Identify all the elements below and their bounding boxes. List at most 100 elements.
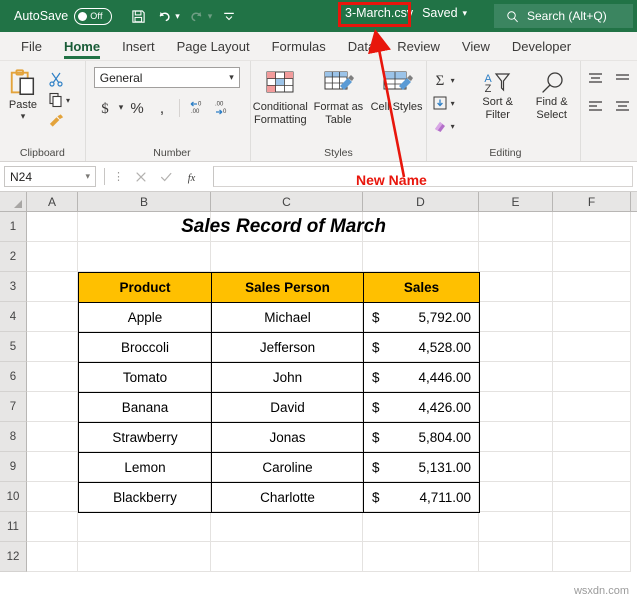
- grid-cell[interactable]: [211, 422, 363, 452]
- tab-developer[interactable]: Developer: [501, 32, 582, 61]
- grid-cell[interactable]: [211, 542, 363, 572]
- autosum-caret[interactable]: ▾: [451, 76, 455, 85]
- grid-cell[interactable]: [211, 242, 363, 272]
- document-title-area[interactable]: 3-March.csv Saved ▾: [341, 4, 467, 22]
- grid-cell[interactable]: [27, 332, 78, 362]
- tab-formulas[interactable]: Formulas: [261, 32, 337, 61]
- fill-caret[interactable]: ▾: [451, 99, 455, 108]
- grid-cell[interactable]: [363, 542, 479, 572]
- copy-dropdown-caret[interactable]: ▾: [66, 96, 70, 105]
- row-header-4[interactable]: 4: [0, 302, 27, 332]
- format-painter-button[interactable]: [46, 111, 84, 131]
- grid-cell[interactable]: [211, 362, 363, 392]
- row-header-9[interactable]: 9: [0, 452, 27, 482]
- tab-data[interactable]: Data: [337, 32, 386, 61]
- grid-row[interactable]: [27, 332, 637, 362]
- grid-row[interactable]: [27, 212, 637, 242]
- grid-cell[interactable]: [78, 482, 211, 512]
- autosave-switch[interactable]: Off: [74, 8, 112, 25]
- column-header-f[interactable]: F: [553, 192, 631, 211]
- grid-cell[interactable]: [27, 362, 78, 392]
- cut-button[interactable]: [46, 69, 84, 89]
- grid-cell[interactable]: [363, 332, 479, 362]
- cancel-icon[interactable]: [134, 170, 148, 184]
- grid-cell[interactable]: [479, 362, 553, 392]
- tab-file[interactable]: File: [10, 32, 53, 61]
- tab-page-layout[interactable]: Page Layout: [166, 32, 261, 61]
- column-header-c[interactable]: C: [211, 192, 363, 211]
- autosum-button[interactable]: Σ ▾: [431, 69, 471, 91]
- grid-cell[interactable]: [78, 272, 211, 302]
- name-box-caret-icon[interactable]: ▾: [85, 171, 90, 182]
- grid-cell[interactable]: [553, 362, 631, 392]
- grid-cell[interactable]: [479, 482, 553, 512]
- grid-cell[interactable]: [363, 422, 479, 452]
- grid-cell[interactable]: [363, 212, 479, 242]
- grid-row[interactable]: [27, 242, 637, 272]
- row-header-12[interactable]: 12: [0, 542, 27, 572]
- grid-cell[interactable]: [363, 482, 479, 512]
- number-format-select[interactable]: General ▾: [94, 67, 240, 88]
- grid-row[interactable]: [27, 362, 637, 392]
- grid-cell[interactable]: [78, 512, 211, 542]
- comma-style-button[interactable]: ,: [150, 96, 173, 119]
- row-header-5[interactable]: 5: [0, 332, 27, 362]
- grid-cell[interactable]: [211, 272, 363, 302]
- grid-cell[interactable]: [363, 392, 479, 422]
- select-all-corner[interactable]: [0, 192, 27, 211]
- row-header-11[interactable]: 11: [0, 512, 27, 542]
- cell-styles-button[interactable]: Cell Styles: [368, 65, 426, 114]
- grid-cell[interactable]: [27, 302, 78, 332]
- conditional-formatting-button[interactable]: Conditional Formatting: [251, 65, 309, 127]
- grid-cell[interactable]: [211, 512, 363, 542]
- tab-insert[interactable]: Insert: [111, 32, 166, 61]
- grid-cell[interactable]: [479, 422, 553, 452]
- grid-cell[interactable]: [553, 392, 631, 422]
- grid-cell[interactable]: [479, 302, 553, 332]
- grid-cell[interactable]: [211, 212, 363, 242]
- save-icon[interactable]: [126, 4, 150, 28]
- undo-icon[interactable]: [152, 4, 176, 28]
- grid-cell[interactable]: [27, 482, 78, 512]
- saved-dropdown-caret[interactable]: ▾: [463, 8, 468, 19]
- insert-function-icon[interactable]: fx: [184, 170, 199, 184]
- row-header-2[interactable]: 2: [0, 242, 27, 272]
- grid-cell[interactable]: [27, 212, 78, 242]
- grid-cell[interactable]: [363, 362, 479, 392]
- grid-cell[interactable]: [479, 392, 553, 422]
- tab-home[interactable]: Home: [53, 32, 111, 61]
- grid-cell[interactable]: [553, 482, 631, 512]
- sort-filter-button[interactable]: A Z Sort & Filter: [471, 65, 525, 122]
- grid-cell[interactable]: [78, 542, 211, 572]
- grid-cell[interactable]: [211, 482, 363, 512]
- grid-cell[interactable]: [553, 332, 631, 362]
- grid-cell[interactable]: [553, 542, 631, 572]
- format-as-table-button[interactable]: Format as Table: [309, 65, 367, 127]
- grid-cell[interactable]: [27, 452, 78, 482]
- grid-cell[interactable]: [553, 302, 631, 332]
- formula-bar-expand-dots[interactable]: ⋮: [113, 170, 124, 183]
- column-header-a[interactable]: A: [27, 192, 78, 211]
- grid-cell[interactable]: [553, 212, 631, 242]
- column-header-e[interactable]: E: [479, 192, 553, 211]
- grid-cell[interactable]: [211, 452, 363, 482]
- copy-button[interactable]: ▾: [46, 90, 84, 110]
- grid-cell[interactable]: [211, 302, 363, 332]
- grid-cell[interactable]: [27, 392, 78, 422]
- autosave-toggle[interactable]: AutoSave Off: [14, 8, 112, 25]
- column-header-b[interactable]: B: [78, 192, 211, 211]
- grid-cell[interactable]: [553, 512, 631, 542]
- grid-cell[interactable]: [78, 422, 211, 452]
- grid-cell[interactable]: [553, 242, 631, 272]
- currency-button[interactable]: $: [94, 96, 117, 119]
- grid-cell[interactable]: [479, 272, 553, 302]
- find-select-button[interactable]: Find & Select: [525, 65, 579, 122]
- align-left-icon[interactable]: [587, 99, 604, 113]
- align-center-icon[interactable]: [614, 99, 631, 113]
- clear-button[interactable]: ▾: [431, 115, 471, 137]
- increase-decimal-button[interactable]: 0 .00: [186, 96, 209, 119]
- grid-cell[interactable]: [479, 212, 553, 242]
- grid-cell[interactable]: [479, 242, 553, 272]
- grid-cell[interactable]: [78, 452, 211, 482]
- grid-cell[interactable]: [479, 542, 553, 572]
